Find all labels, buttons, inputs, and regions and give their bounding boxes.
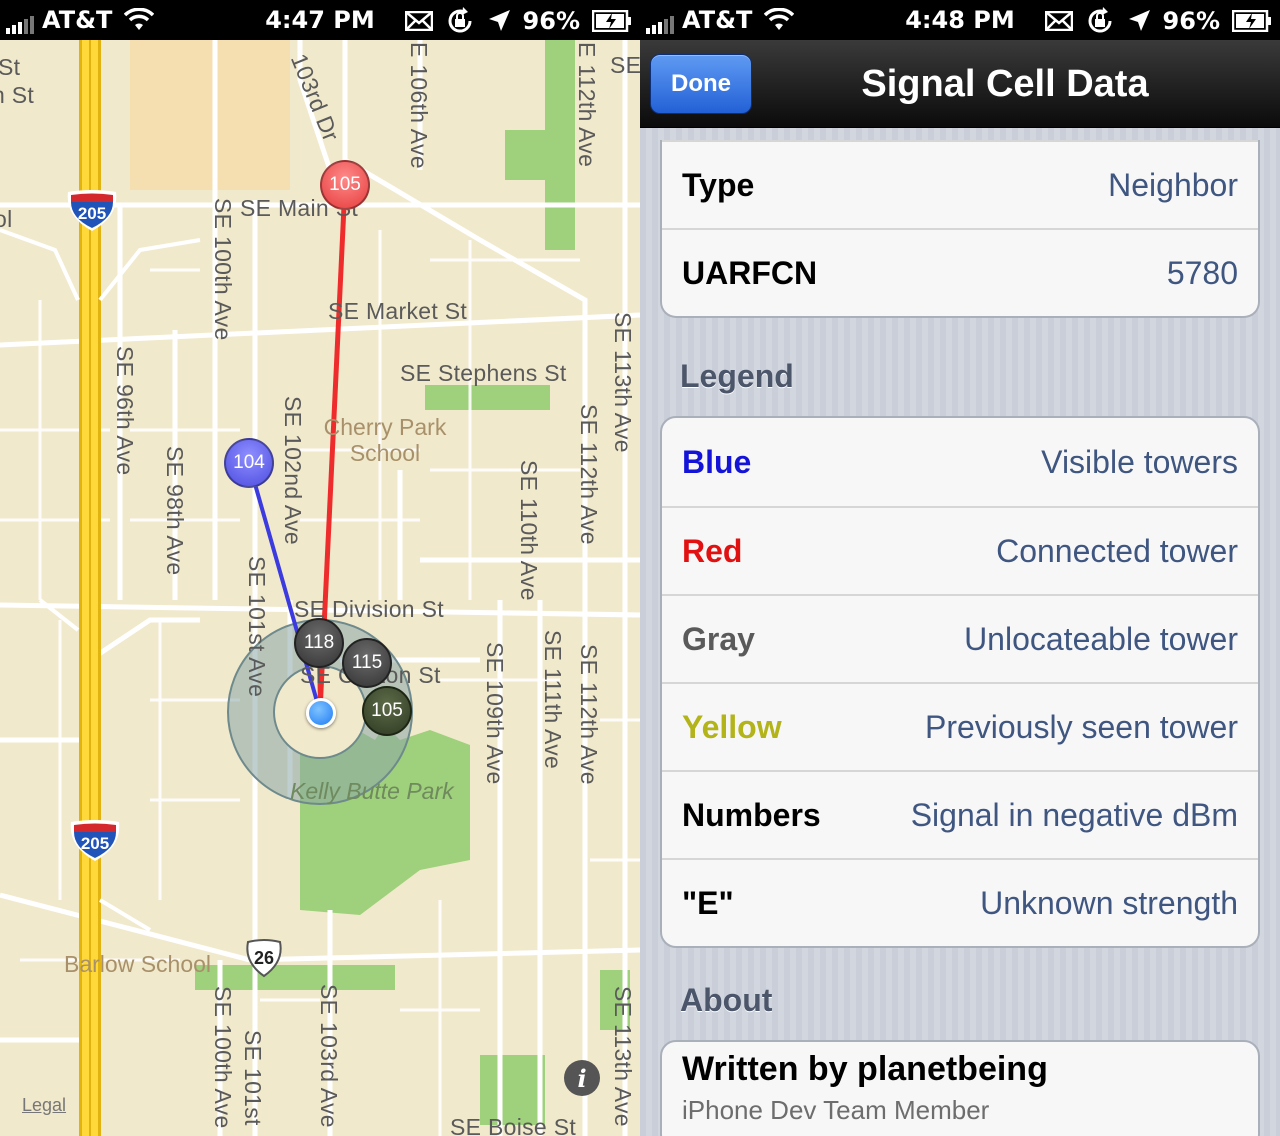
interstate-shield-icon: 205: [67, 190, 117, 231]
legend-row-numbers: Numbers Signal in negative dBm: [662, 770, 1258, 858]
battery-icon: [592, 10, 631, 32]
status-bar-left: AT&T 4:47 PM 96%: [0, 0, 640, 40]
street-label: SE 113th Ave: [610, 312, 636, 453]
visible-tower-marker[interactable]: 104: [224, 438, 274, 488]
street-label: SE 101st: [240, 1030, 266, 1126]
legend-key: Blue: [682, 443, 752, 480]
legend-key: Red: [682, 532, 743, 569]
battery-percent: 96%: [522, 7, 580, 35]
done-button[interactable]: Done: [650, 54, 752, 114]
current-location-dot: [306, 698, 336, 728]
battery-percent: 96%: [1162, 7, 1220, 35]
row-value: 5780: [1166, 254, 1238, 291]
location-arrow-icon: [488, 10, 510, 31]
status-bar-right: AT&T 4:48 PM 96%: [640, 0, 1280, 40]
signal-cell-data-panel: Done Signal Cell Data Type Neighbor UARF…: [640, 40, 1280, 1136]
about-subtitle: iPhone Dev Team Member: [682, 1095, 990, 1125]
street-label: SE 112th Ave: [576, 644, 602, 785]
legend-row-gray: Gray Unlocateable tower: [662, 594, 1258, 682]
street-label: SE 103rd Ave: [316, 984, 342, 1128]
unlocateable-tower-marker[interactable]: 118: [294, 618, 344, 668]
row-key: Type: [682, 166, 755, 203]
poi-cherry-park: Cherry Park School: [300, 414, 470, 466]
status-icons: 96%: [1044, 6, 1272, 36]
rotation-lock-icon: [448, 7, 472, 33]
street-label: SE 98th Ave: [162, 446, 188, 576]
street-label: SE 100th Ave: [210, 986, 236, 1129]
street-label-se-stephens: SE Stephens St: [400, 360, 567, 386]
connected-tower-marker[interactable]: 105: [320, 160, 370, 210]
street-label: SE 110th Ave: [516, 460, 542, 601]
poi-label: Cherry Park: [323, 414, 447, 440]
info-icon[interactable]: i: [564, 1060, 600, 1096]
info-group: Type Neighbor UARFCN 5780: [660, 140, 1260, 318]
street-label-se-market: SE Market St: [328, 298, 468, 324]
us-route-shield-icon: 26: [246, 939, 282, 978]
location-arrow-icon: [1128, 10, 1150, 31]
legend-group: Blue Visible towers Red Connected tower …: [660, 416, 1260, 948]
legend-row-red: Red Connected tower: [662, 506, 1258, 594]
legend-value: Unknown strength: [980, 884, 1238, 921]
street-label: n St: [0, 82, 35, 108]
shield-number: 205: [81, 834, 109, 853]
street-label: SE 100th Ave: [210, 198, 236, 341]
legend-value: Signal in negative dBm: [910, 796, 1238, 833]
street-label: SE 101st Ave: [244, 556, 270, 698]
legend-value: Previously seen tower: [924, 708, 1238, 745]
poi-barlow-school: Barlow School: [64, 951, 212, 977]
about-header: About: [680, 982, 773, 1018]
street-label: SE 111th Ave: [540, 630, 566, 770]
shield-number: 26: [254, 948, 274, 968]
unlocateable-tower-marker[interactable]: 115: [342, 638, 392, 688]
street-label: E 112th Ave: [574, 42, 600, 168]
legend-key: Numbers: [682, 796, 821, 833]
legend-key: Yellow: [682, 708, 782, 745]
legend-key: Gray: [682, 620, 755, 657]
about-group[interactable]: Written by planetbeing iPhone Dev Team M…: [660, 1040, 1260, 1136]
mail-icon: [404, 11, 433, 31]
map-view[interactable]: St n St ol SE Main St 103rd Dr E 106th A…: [0, 40, 640, 1136]
street-label: SE: [610, 52, 640, 78]
interstate-shield-icon: 205: [70, 820, 120, 861]
poi-kelly-butte: Kelly Butte Park: [290, 778, 454, 804]
info-row-type: Type Neighbor: [662, 140, 1258, 228]
legend-value: Connected tower: [996, 532, 1238, 569]
legend-row-blue: Blue Visible towers: [662, 418, 1258, 506]
row-value: Neighbor: [1108, 166, 1238, 203]
legend-value: Unlocateable tower: [964, 620, 1238, 657]
legend-key: "E": [682, 884, 734, 921]
battery-icon: [1232, 10, 1271, 32]
mail-icon: [1044, 11, 1073, 31]
legend-value: Visible towers: [1041, 443, 1238, 480]
street-label: SE 112th Ave: [576, 404, 602, 545]
rotation-lock-icon: [1088, 7, 1112, 33]
street-label: St: [0, 54, 21, 80]
legend-header: Legend: [680, 358, 794, 394]
legal-link[interactable]: Legal: [22, 1095, 66, 1116]
street-label: E 106th Ave: [406, 42, 432, 169]
legend-row-e: "E" Unknown strength: [662, 858, 1258, 946]
status-icons: 96%: [404, 6, 632, 36]
street-label: SE 113th Ave: [610, 986, 636, 1127]
about-title: Written by planetbeing: [682, 1050, 1048, 1088]
legend-row-yellow: Yellow Previously seen tower: [662, 682, 1258, 770]
tower-marker[interactable]: 105: [362, 686, 412, 736]
street-label: SE 109th Ave: [482, 642, 508, 785]
street-label-se-boise: SE Boise St: [450, 1114, 577, 1136]
poi-label: School: [349, 440, 421, 466]
street-label: ol: [0, 206, 13, 232]
row-key: UARFCN: [682, 254, 818, 291]
page-title: Signal Cell Data: [861, 62, 1149, 105]
shield-number: 205: [78, 204, 106, 223]
street-label: SE 96th Ave: [112, 346, 138, 476]
info-row-uarfcn: UARFCN 5780: [662, 228, 1258, 316]
navigation-bar: Done Signal Cell Data: [640, 40, 1280, 128]
